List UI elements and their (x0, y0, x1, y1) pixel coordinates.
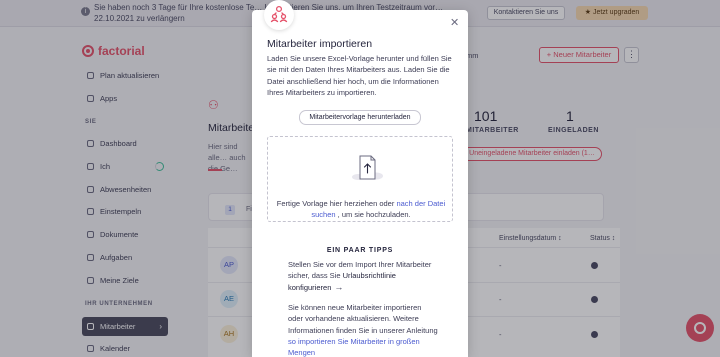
tips-heading: EIN PAAR TIPPS (326, 247, 394, 254)
file-dropzone[interactable]: Fertige Vorlage hier herziehen oder nach… (267, 136, 453, 222)
dropzone-text: Fertige Vorlage hier herziehen oder nach… (268, 198, 454, 221)
dropzone-text-suffix: , um sie hochzuladen. (337, 210, 411, 220)
file-upload-icon (352, 155, 383, 180)
arrow-right-icon: → (334, 281, 344, 292)
tip-import: Sie können neue Mitarbeiter importieren … (288, 302, 438, 357)
bulk-import-guide-link[interactable]: so importieren Sie Mitarbeiter in großen… (288, 337, 420, 357)
dialog-badge (264, 0, 294, 30)
people-icon (270, 5, 288, 23)
close-icon[interactable]: ✕ (450, 16, 459, 29)
import-employees-dialog: ✕ Mitarbeiter importieren Laden Sie unse… (252, 0, 468, 357)
dropzone-text-prefix: Fertige Vorlage hier herziehen oder (276, 199, 395, 208)
download-template-button[interactable]: Mitarbeitervorlage herunterladen (299, 110, 421, 125)
tip-policy: Stellen Sie vor dem Import Ihrer Mitarbe… (288, 259, 438, 293)
tip-text: Sie können neue Mitarbeiter importieren … (288, 303, 438, 335)
dialog-title: Mitarbeiter importieren (267, 38, 373, 50)
dialog-description: Laden Sie unsere Excel-Vorlage herunter … (267, 54, 452, 97)
